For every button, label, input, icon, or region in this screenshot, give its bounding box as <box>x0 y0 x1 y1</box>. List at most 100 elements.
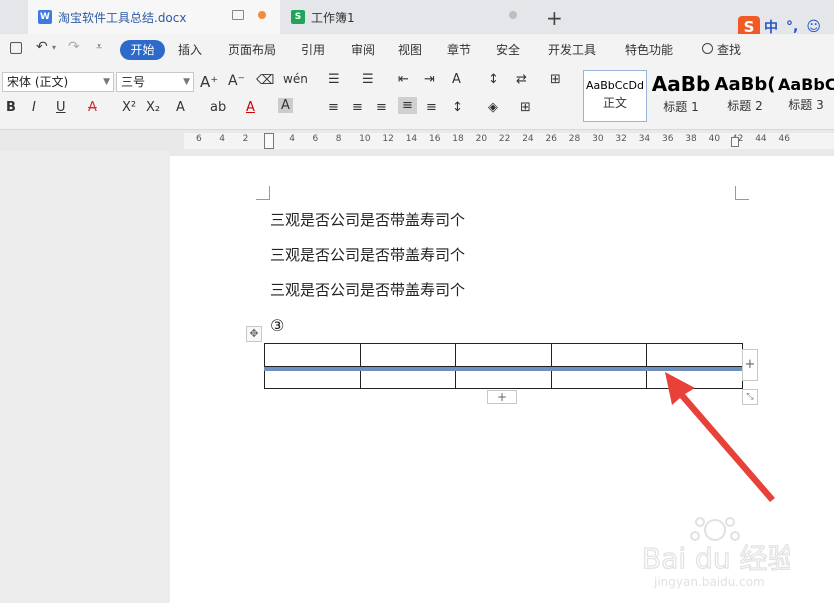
ruler-number: 26 <box>545 134 557 144</box>
shrink-font-icon[interactable]: A⁻ <box>228 73 245 89</box>
style-heading-2[interactable]: AaBb( 标题 2 <box>714 70 776 122</box>
align-left-icon[interactable]: ≡ <box>328 100 339 115</box>
ruler-number: 18 <box>452 134 464 144</box>
new-tab-button[interactable]: + <box>546 6 563 30</box>
ruler-number: 4 <box>289 134 295 144</box>
italic-icon[interactable]: I <box>32 100 36 115</box>
document-tab[interactable]: W 淘宝软件工具总结.docx <box>28 0 280 34</box>
print-preview-icon[interactable] <box>10 42 22 54</box>
menu-bar: ↶ ▾ ↷ ⩡ 开始 插入 页面布局 引用 审阅 视图 章节 安全 开发工具 特… <box>0 34 834 64</box>
text-effect-icon[interactable]: A <box>176 100 185 115</box>
numbering-icon[interactable]: ☰ <box>362 72 374 87</box>
line-spacing-icon[interactable]: ↕ <box>452 100 463 115</box>
table-row <box>264 343 743 367</box>
customize-qat-icon[interactable]: ⩡ <box>96 40 102 54</box>
chinese-layout-icon[interactable]: A <box>452 72 461 87</box>
show-marks-icon[interactable]: ⇄ <box>516 72 527 87</box>
bullets-icon[interactable]: ☰ <box>328 72 340 87</box>
tab-view[interactable]: 视图 <box>398 41 422 58</box>
style-normal[interactable]: AaBbCcDd 正文 <box>583 70 647 122</box>
underline-icon[interactable]: U <box>56 100 66 115</box>
increase-indent-icon[interactable]: ⇥ <box>424 72 435 87</box>
table-move-handle-icon[interactable]: ✥ <box>246 326 262 342</box>
sort-icon[interactable]: ↕ <box>488 72 499 87</box>
font-size-select[interactable]: 三号 ▼ <box>116 72 194 92</box>
table-cell[interactable] <box>359 343 457 367</box>
table-cell[interactable] <box>455 343 552 367</box>
table-grid-icon[interactable]: ⊞ <box>550 72 561 87</box>
tab-insert[interactable]: 插入 <box>178 41 202 58</box>
add-row-button[interactable]: + <box>487 390 517 404</box>
pinyin-guide-icon[interactable]: wén <box>283 72 308 86</box>
indent-marker-icon[interactable] <box>264 133 274 149</box>
search-icon[interactable] <box>702 43 713 54</box>
ruler-number: 28 <box>568 134 581 144</box>
style-heading-1-name: 标题 1 <box>663 100 699 114</box>
paragraph-line[interactable]: 三观是否公司是否带盖寿司个 <box>270 209 465 230</box>
subscript-icon[interactable]: X₂ <box>146 100 160 115</box>
ruler-number: 8 <box>335 134 342 144</box>
ruler-number: 34 <box>638 134 651 144</box>
circled-number[interactable]: ③ <box>270 316 284 335</box>
undo-dropdown-icon[interactable]: ▾ <box>52 43 56 52</box>
ime-emoji-icon[interactable]: ☺ <box>806 19 821 35</box>
style-normal-name: 正文 <box>602 96 627 110</box>
paragraph-line[interactable]: 三观是否公司是否带盖寿司个 <box>270 244 465 265</box>
style-heading-1[interactable]: AaBb 标题 1 <box>650 70 712 122</box>
tab-features[interactable]: 特色功能 <box>625 41 673 58</box>
ribbon-home: 宋体 (正文) ▼ 三号 ▼ A⁺ A⁻ ⌫ wén B I U A X² X₂… <box>0 64 834 130</box>
ruler-number: 38 <box>685 134 697 144</box>
style-heading-1-sample: AaBb <box>651 72 711 96</box>
undo-icon[interactable]: ↶ <box>36 39 48 55</box>
distribute-icon[interactable]: ≡ <box>426 100 437 115</box>
grow-font-icon[interactable]: A⁺ <box>200 73 218 91</box>
tab-references[interactable]: 引用 <box>301 41 325 58</box>
font-name-select[interactable]: 宋体 (正文) ▼ <box>2 72 114 92</box>
tab-review[interactable]: 审阅 <box>351 41 375 58</box>
tab-page-layout[interactable]: 页面布局 <box>228 41 276 58</box>
monitor-icon[interactable] <box>232 10 244 20</box>
ruler-number: 6 <box>196 134 202 144</box>
bold-icon[interactable]: B <box>6 100 16 115</box>
table-cell[interactable] <box>264 343 361 367</box>
strikethrough-icon[interactable]: A <box>88 100 97 115</box>
horizontal-ruler[interactable]: 6422468101214161820222426283032343638404… <box>0 131 834 151</box>
style-heading-3-sample: AaBbC <box>778 75 834 94</box>
tab-security[interactable]: 安全 <box>496 41 520 58</box>
ruler-number: 40 <box>708 134 721 144</box>
tab-home[interactable]: 开始 <box>120 40 165 60</box>
table-cell[interactable] <box>550 343 648 367</box>
chevron-down-icon: ▼ <box>103 77 110 87</box>
align-right-icon[interactable]: ≡ <box>376 100 387 115</box>
styles-gallery: AaBbCcDd 正文 AaBb 标题 1 AaBb( 标题 2 AaBbC 标… <box>580 70 834 124</box>
highlight-icon[interactable]: ab <box>210 100 226 115</box>
shading-icon[interactable]: ◈ <box>488 100 498 115</box>
table-cell[interactable] <box>646 343 743 367</box>
right-indent-marker-icon[interactable] <box>731 137 739 147</box>
ruler-number: 46 <box>778 134 790 144</box>
tab-developer[interactable]: 开发工具 <box>548 41 596 58</box>
superscript-icon[interactable]: X² <box>122 100 136 115</box>
style-heading-3[interactable]: AaBbC 标题 3 <box>778 70 834 122</box>
unsaved-dot-icon[interactable] <box>258 11 266 19</box>
ruler-number: 12 <box>382 134 394 144</box>
redo-icon[interactable]: ↷ <box>68 39 80 55</box>
borders-icon[interactable]: ⊞ <box>520 100 531 115</box>
font-color-icon[interactable]: A <box>246 100 255 115</box>
ruler-number: 44 <box>755 134 767 144</box>
clear-format-icon[interactable]: ⌫ <box>256 73 274 88</box>
ruler-number: 24 <box>522 134 534 144</box>
decrease-indent-icon[interactable]: ⇤ <box>398 72 409 87</box>
align-center-icon[interactable]: ≡ <box>352 100 363 115</box>
ruler-number: 16 <box>429 134 441 144</box>
close-dot-icon[interactable] <box>509 11 517 19</box>
red-arrow-annotation <box>665 372 775 502</box>
char-shading-icon[interactable]: A <box>278 98 293 113</box>
tab-section[interactable]: 章节 <box>447 41 471 58</box>
paragraph-line[interactable]: 三观是否公司是否带盖寿司个 <box>270 279 465 300</box>
find-button[interactable]: 查找 <box>717 41 741 58</box>
ime-punctuation[interactable]: °, <box>786 19 798 35</box>
workbook-tab[interactable]: S 工作簿1 <box>281 0 531 34</box>
justify-icon[interactable]: ≡ <box>398 97 417 114</box>
ruler-number: 6 <box>312 134 319 144</box>
